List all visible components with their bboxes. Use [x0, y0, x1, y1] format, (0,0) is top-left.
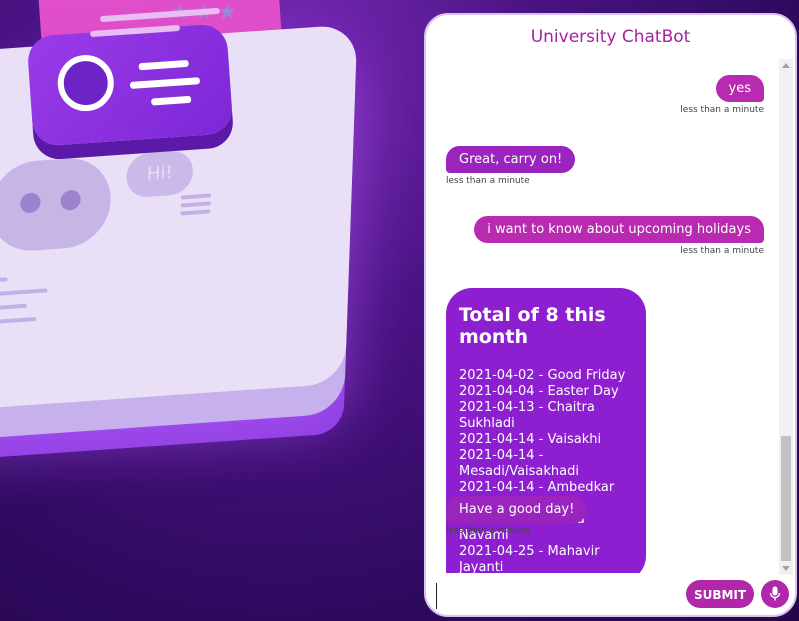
scroll-down-arrow-icon[interactable] — [782, 566, 790, 571]
holiday-summary-title: Total of 8 this month — [459, 304, 606, 348]
background-illustration: ★★★ Hi! — [0, 0, 430, 621]
scroll-up-arrow-icon[interactable] — [782, 63, 790, 68]
message-timestamp: less than a minute — [680, 105, 764, 115]
message-text: yes — [715, 75, 764, 102]
decorative-line — [180, 193, 212, 200]
decorative-dash — [138, 59, 189, 71]
message-text: Great, carry on! — [446, 146, 576, 173]
holiday-item: 2021-04-13 - Chaitra Sukhladi — [459, 400, 595, 431]
decorative-line — [180, 201, 211, 208]
message-list[interactable]: yes less than a minute Great, carry on! … — [426, 63, 778, 573]
message-timestamp: less than a minute — [446, 176, 530, 186]
message-input[interactable] — [436, 583, 683, 609]
user-message: i want to know about upcoming holidays l… — [474, 216, 764, 256]
message-input-bar: SUBMIT — [426, 575, 795, 615]
decorative-dash — [129, 77, 201, 89]
robot-eye-icon — [55, 53, 116, 113]
decorative-dash — [150, 95, 192, 106]
scrollbar-thumb[interactable] — [781, 436, 791, 561]
bot-message: Great, carry on! less than a minute — [446, 146, 576, 186]
holiday-item: 2021-04-04 - Easter Day — [459, 384, 619, 399]
message-text: i want to know about upcoming holidays — [474, 216, 764, 243]
submit-button[interactable]: SUBMIT — [686, 580, 754, 608]
decorative-purple-bubble — [26, 23, 234, 147]
chat-panel: University ChatBot yes less than a minut… — [424, 13, 797, 617]
bot-message: Have a good day! less than a minute — [446, 496, 588, 536]
decorative-line — [0, 277, 8, 287]
hi-speech-bubble: Hi! — [125, 149, 194, 199]
microphone-icon — [769, 586, 781, 601]
decorative-line — [0, 288, 48, 301]
microphone-button[interactable] — [761, 580, 789, 608]
decorative-line — [0, 303, 27, 315]
message-text: Have a good day! — [446, 496, 588, 523]
decorative-line — [180, 209, 211, 216]
decorative-line — [0, 317, 37, 328]
message-timestamp: less than a minute — [680, 246, 764, 256]
user-message: yes less than a minute — [680, 75, 764, 115]
message-timestamp: less than a minute — [446, 526, 530, 536]
message-scrollbar[interactable] — [779, 59, 793, 575]
holiday-item: 2021-04-14 - Vaisakhi — [459, 432, 602, 447]
holiday-item: 2021-04-02 - Good Friday — [459, 368, 626, 383]
holiday-item: 2021-04-25 - Mahavir Jayanti — [459, 544, 600, 573]
chat-title: University ChatBot — [530, 27, 691, 47]
holiday-item: 2021-04-14 - Mesadi/Vaisakhadi — [459, 448, 579, 479]
robot-icon — [0, 155, 113, 254]
